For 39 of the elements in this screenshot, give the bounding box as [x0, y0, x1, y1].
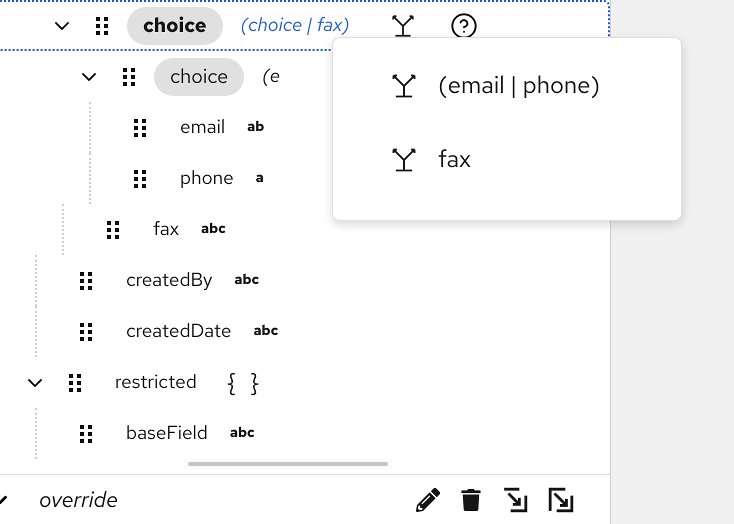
choice-chip[interactable]: choice: [154, 58, 244, 96]
field-name: baseField: [126, 419, 208, 448]
scrollbar[interactable]: [188, 462, 388, 466]
drag-handle-icon[interactable]: [96, 16, 108, 34]
arrow-box-icon[interactable]: [548, 486, 574, 512]
type-label: abc: [234, 270, 260, 291]
menu-item[interactable]: (email | phone): [333, 74, 681, 98]
edit-icon[interactable]: [416, 488, 440, 512]
arrow-into-box-icon[interactable]: [502, 486, 528, 512]
choice-summary: (e: [262, 62, 280, 90]
type-label: a: [256, 168, 264, 189]
delete-icon[interactable]: [460, 488, 482, 510]
field-name: restricted: [115, 368, 197, 396]
menu-item[interactable]: fax: [333, 148, 681, 172]
split-icon: [390, 12, 416, 38]
drag-handle-icon[interactable]: [123, 68, 135, 86]
choice-summary: (choice | fax): [240, 11, 350, 40]
drag-handle-icon[interactable]: [69, 374, 81, 392]
drag-handle-icon[interactable]: [107, 220, 119, 238]
help-icon[interactable]: [450, 12, 478, 40]
choice-chip[interactable]: choice: [127, 6, 223, 44]
split-icon: [390, 72, 418, 100]
footer-title: override: [39, 484, 118, 516]
drag-handle-icon[interactable]: [80, 272, 92, 290]
field-name: email: [180, 113, 226, 142]
drag-handle-icon[interactable]: [134, 118, 146, 136]
drag-handle-icon[interactable]: [80, 424, 92, 442]
field-name: fax: [153, 215, 179, 244]
object-type-label: { }: [226, 366, 264, 400]
type-label: abc: [230, 423, 255, 444]
drag-handle-icon[interactable]: [80, 322, 92, 340]
type-label: abc: [201, 219, 226, 240]
type-label: abc: [253, 321, 278, 342]
type-label: ab: [247, 117, 264, 138]
field-name: phone: [180, 164, 234, 192]
drag-handle-icon[interactable]: [134, 170, 146, 188]
field-name: createdDate: [126, 317, 232, 346]
split-icon: [390, 146, 418, 174]
field-name: createdBy: [126, 266, 212, 294]
